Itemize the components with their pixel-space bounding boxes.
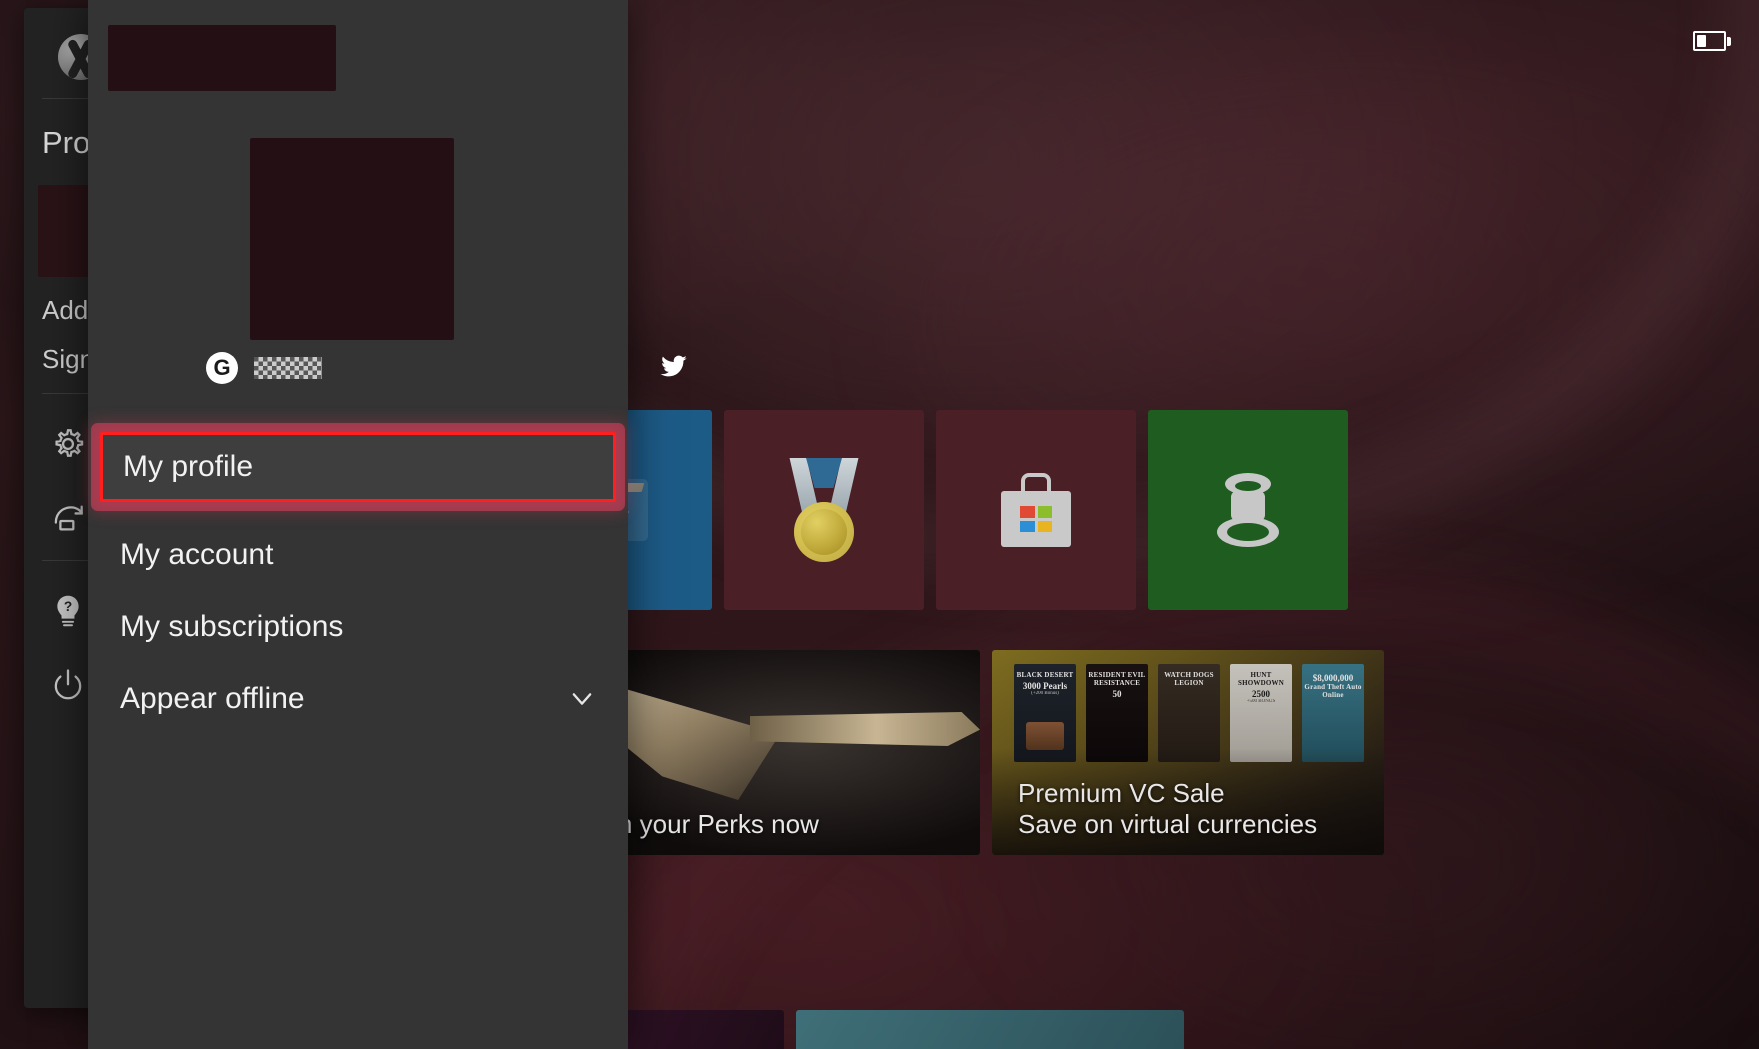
dragon-neck [750, 712, 980, 746]
tile-achievements[interactable] [724, 410, 924, 610]
tile-caption: Premium VC Sale Save on virtual currenci… [1018, 778, 1317, 841]
gp-cut-bottom [1227, 523, 1269, 541]
menu-item-my-profile[interactable]: My profile [100, 432, 616, 502]
medal-icon [782, 458, 866, 562]
gp-cut-top [1235, 481, 1261, 491]
ms-square-yellow [1037, 520, 1052, 532]
restart-console-icon[interactable] [44, 494, 92, 542]
bag-body [1001, 491, 1071, 547]
battery-icon [1693, 30, 1731, 52]
chevron-down-icon [568, 685, 596, 713]
menu-spacer [88, 504, 628, 520]
store-bag-icon [1001, 473, 1071, 547]
tile-bottom-right[interactable] [796, 1010, 1184, 1049]
dragon-artwork [570, 668, 980, 818]
gamerscore-row: G [206, 352, 322, 384]
menu-item-my-account[interactable]: My account [88, 520, 628, 590]
tips-lightbulb-icon[interactable]: ? [44, 587, 92, 635]
ms-square-green [1037, 506, 1052, 518]
menu-item-label: My account [120, 538, 274, 571]
game-pass-icon [1209, 473, 1287, 547]
xbox-dashboard: LIFE IS STRANGE TRUE COLORS ENCANTO unpa… [0, 0, 1759, 1049]
battery-cap [1727, 36, 1731, 46]
menu-item-label: My profile [123, 450, 254, 483]
svg-text:?: ? [64, 599, 72, 614]
account-flyout-panel: G My profile My account My subscriptions… [88, 0, 687, 1049]
tile-microsoft-store[interactable] [936, 410, 1136, 610]
tile-game-pass[interactable] [1148, 410, 1348, 610]
menu-item-label: Appear offline [120, 682, 305, 715]
avatar-redacted-block [250, 138, 454, 340]
tile-caption-line1: Premium VC Sale [1018, 777, 1225, 808]
gamertag-redacted-block [108, 25, 336, 91]
battery-fill [1697, 35, 1706, 47]
menu-item-my-subscriptions[interactable]: My subscriptions [88, 592, 628, 662]
power-icon[interactable] [44, 661, 92, 709]
gamerscore-badge-icon: G [206, 352, 238, 384]
menu-item-label: My subscriptions [120, 610, 344, 643]
twitter-icon[interactable] [656, 352, 690, 382]
battery-body [1693, 31, 1726, 51]
tile-caption-line2: Save on virtual currencies [1018, 809, 1318, 840]
settings-gear-icon[interactable] [44, 420, 92, 468]
gamerscore-value-redacted [254, 357, 322, 379]
medal-disc [794, 502, 854, 562]
ms-square-blue [1020, 520, 1035, 532]
account-menu: My profile My account My subscriptions A… [88, 432, 628, 736]
menu-item-appear-offline[interactable]: Appear offline [88, 664, 628, 734]
tile-premium-vc-sale[interactable]: BLACK DESERT 3000 Pearls (+200 Bonus) RE… [992, 650, 1384, 855]
ms-square-red [1020, 506, 1035, 518]
